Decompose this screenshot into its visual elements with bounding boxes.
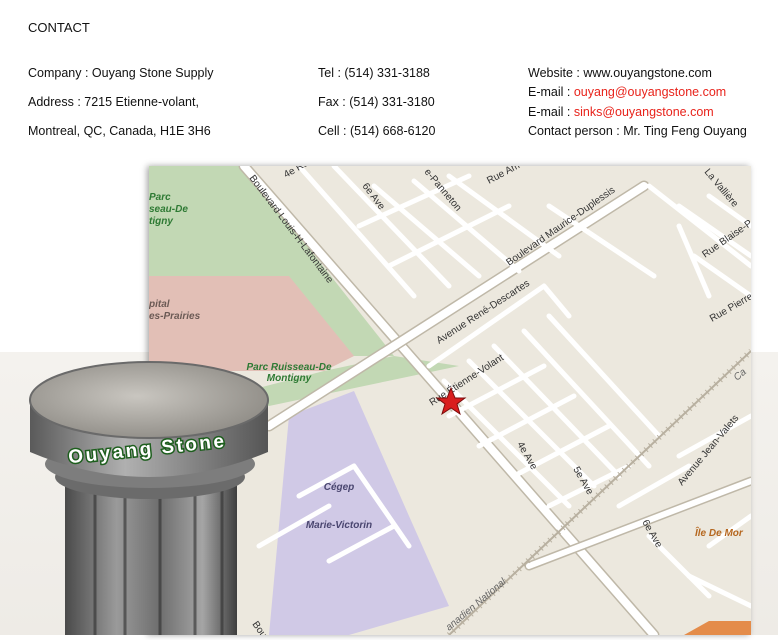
telephone: Tel : (514) 331-3188 [318, 66, 430, 80]
email-label: E-mail : [528, 105, 574, 119]
page-title: CONTACT [28, 20, 90, 35]
fax: Fax : (514) 331-3180 [318, 95, 435, 109]
street-label: 6e Ave [639, 518, 664, 550]
cell-phone: Cell : (514) 668-6120 [318, 124, 436, 138]
email-label: E-mail : [528, 85, 574, 99]
street-label: anadien National [444, 576, 509, 633]
email-row-1: E-mail : ouyang@ouyangstone.com [528, 85, 726, 99]
place-label: seau-De [149, 204, 188, 215]
website: Website : www.ouyangstone.com [528, 66, 712, 80]
place-label: es-Prairies [149, 311, 201, 322]
place-label: Cégep [324, 482, 355, 493]
contact-person: Contact person : Mr. Ting Feng Ouyang [528, 124, 747, 138]
highway-segment [684, 621, 751, 635]
street-label: Rue Am [485, 166, 522, 187]
company-name: Company : Ouyang Stone Supply [28, 66, 214, 80]
place-label: tigny [149, 216, 173, 227]
street-label: Rue Pierre [708, 291, 751, 325]
pillar-capital-top [29, 361, 269, 439]
place-label: Île De Mor [695, 526, 744, 539]
address-line-2: Montreal, QC, Canada, H1E 3H6 [28, 124, 211, 138]
ouyang-stone-pillar-logo: Ouyang Stone [0, 352, 275, 637]
address-line-1: Address : 7215 Etienne-volant, [28, 95, 199, 109]
pillar-shaft [65, 477, 237, 637]
email-row-2: E-mail : sinks@ouyangstone.com [528, 105, 714, 119]
place-label: Marie-Victorin [306, 520, 372, 531]
place-label: pital [149, 299, 170, 310]
place-label: Parc [149, 192, 171, 203]
email-link-ouyang[interactable]: ouyang@ouyangstone.com [574, 85, 726, 99]
campus-area [269, 391, 449, 635]
email-link-sinks[interactable]: sinks@ouyangstone.com [574, 105, 714, 119]
